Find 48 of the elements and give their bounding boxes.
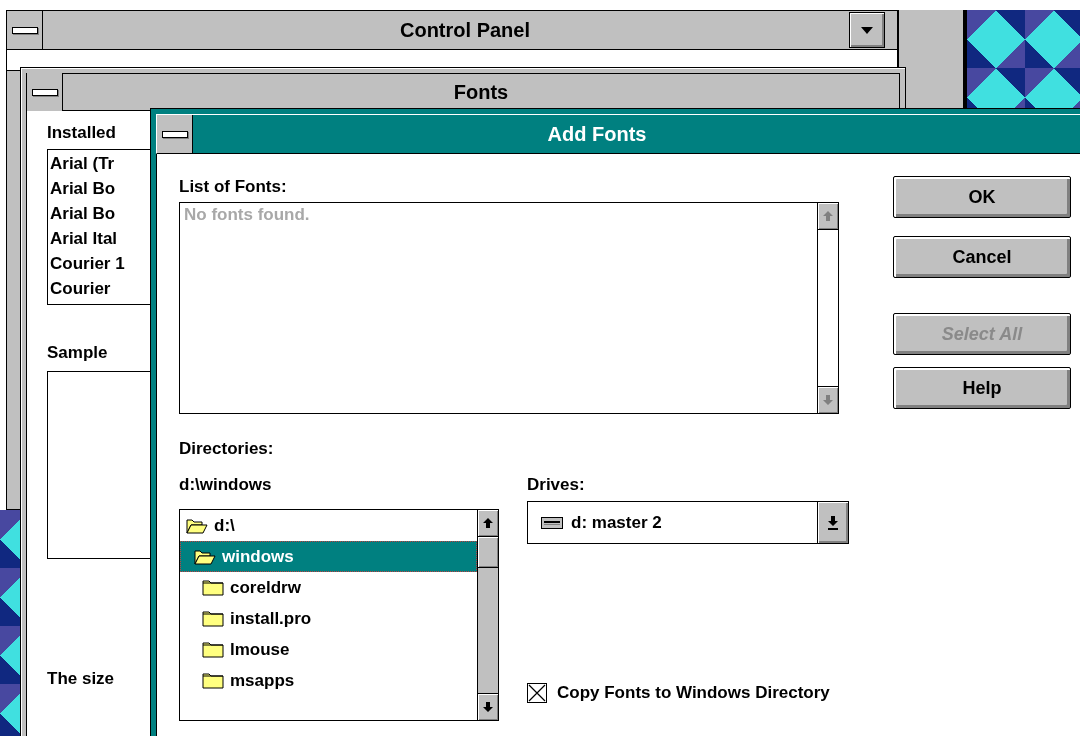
down-arrow-icon [823,395,833,405]
down-triangle-icon [861,26,873,34]
directory-item[interactable]: d:\ [180,510,477,541]
system-menu-button[interactable] [27,73,63,111]
checkbox-label: Copy Fonts to Windows Directory [557,683,830,703]
scroll-thumb[interactable] [478,537,498,568]
scroll-up-button[interactable] [478,510,498,537]
directory-item[interactable]: msapps [180,665,477,696]
open-folder-icon [186,516,208,535]
directory-item[interactable]: coreldrw [180,572,477,603]
footer-text: The size [47,669,115,690]
scrollbar[interactable] [817,203,838,413]
field-label: Drives: [527,474,586,496]
empty-message: No fonts found. [184,205,311,225]
directory-item[interactable]: install.pro [180,603,477,634]
window-title: Fonts [453,80,509,103]
dialog-button[interactable]: OK [893,176,1071,218]
scrollbar[interactable] [477,510,498,720]
current-path: d:\windows [179,474,273,496]
dialog-title: Add Fonts [547,122,647,145]
up-arrow-icon [823,211,833,221]
section-label: Sample [47,343,108,364]
open-folder-icon [194,547,216,566]
window-title: Control Panel [400,18,530,41]
field-label: Directories: [179,438,275,460]
up-arrow-icon [483,518,493,528]
scroll-down-button[interactable] [478,693,498,720]
down-arrow-icon [483,702,493,712]
scroll-down-button[interactable] [818,386,838,413]
system-menu-button[interactable] [157,115,193,153]
scroll-up-button[interactable] [818,203,838,230]
drive-dropdown[interactable]: d: master 2 [527,501,849,544]
down-arrow-icon [828,515,838,530]
checkbox[interactable] [527,683,547,703]
minimize-button[interactable] [849,12,885,48]
drive-icon [541,516,563,529]
section-label: Installed [47,123,116,144]
folder-icon [202,671,224,690]
folder-icon [202,609,224,628]
cross-mark-icon [528,684,546,702]
directory-item[interactable]: lmouse [180,634,477,665]
folder-icon [202,578,224,597]
dropdown-button[interactable] [817,502,848,543]
dialog-button[interactable]: Cancel [893,236,1071,278]
directory-list[interactable]: d:\ windows coreldrw install.pro lmouse msapps [179,509,499,721]
dialog-button[interactable]: Help [893,367,1071,409]
directory-item[interactable]: windows [180,541,477,572]
folder-icon [202,640,224,659]
